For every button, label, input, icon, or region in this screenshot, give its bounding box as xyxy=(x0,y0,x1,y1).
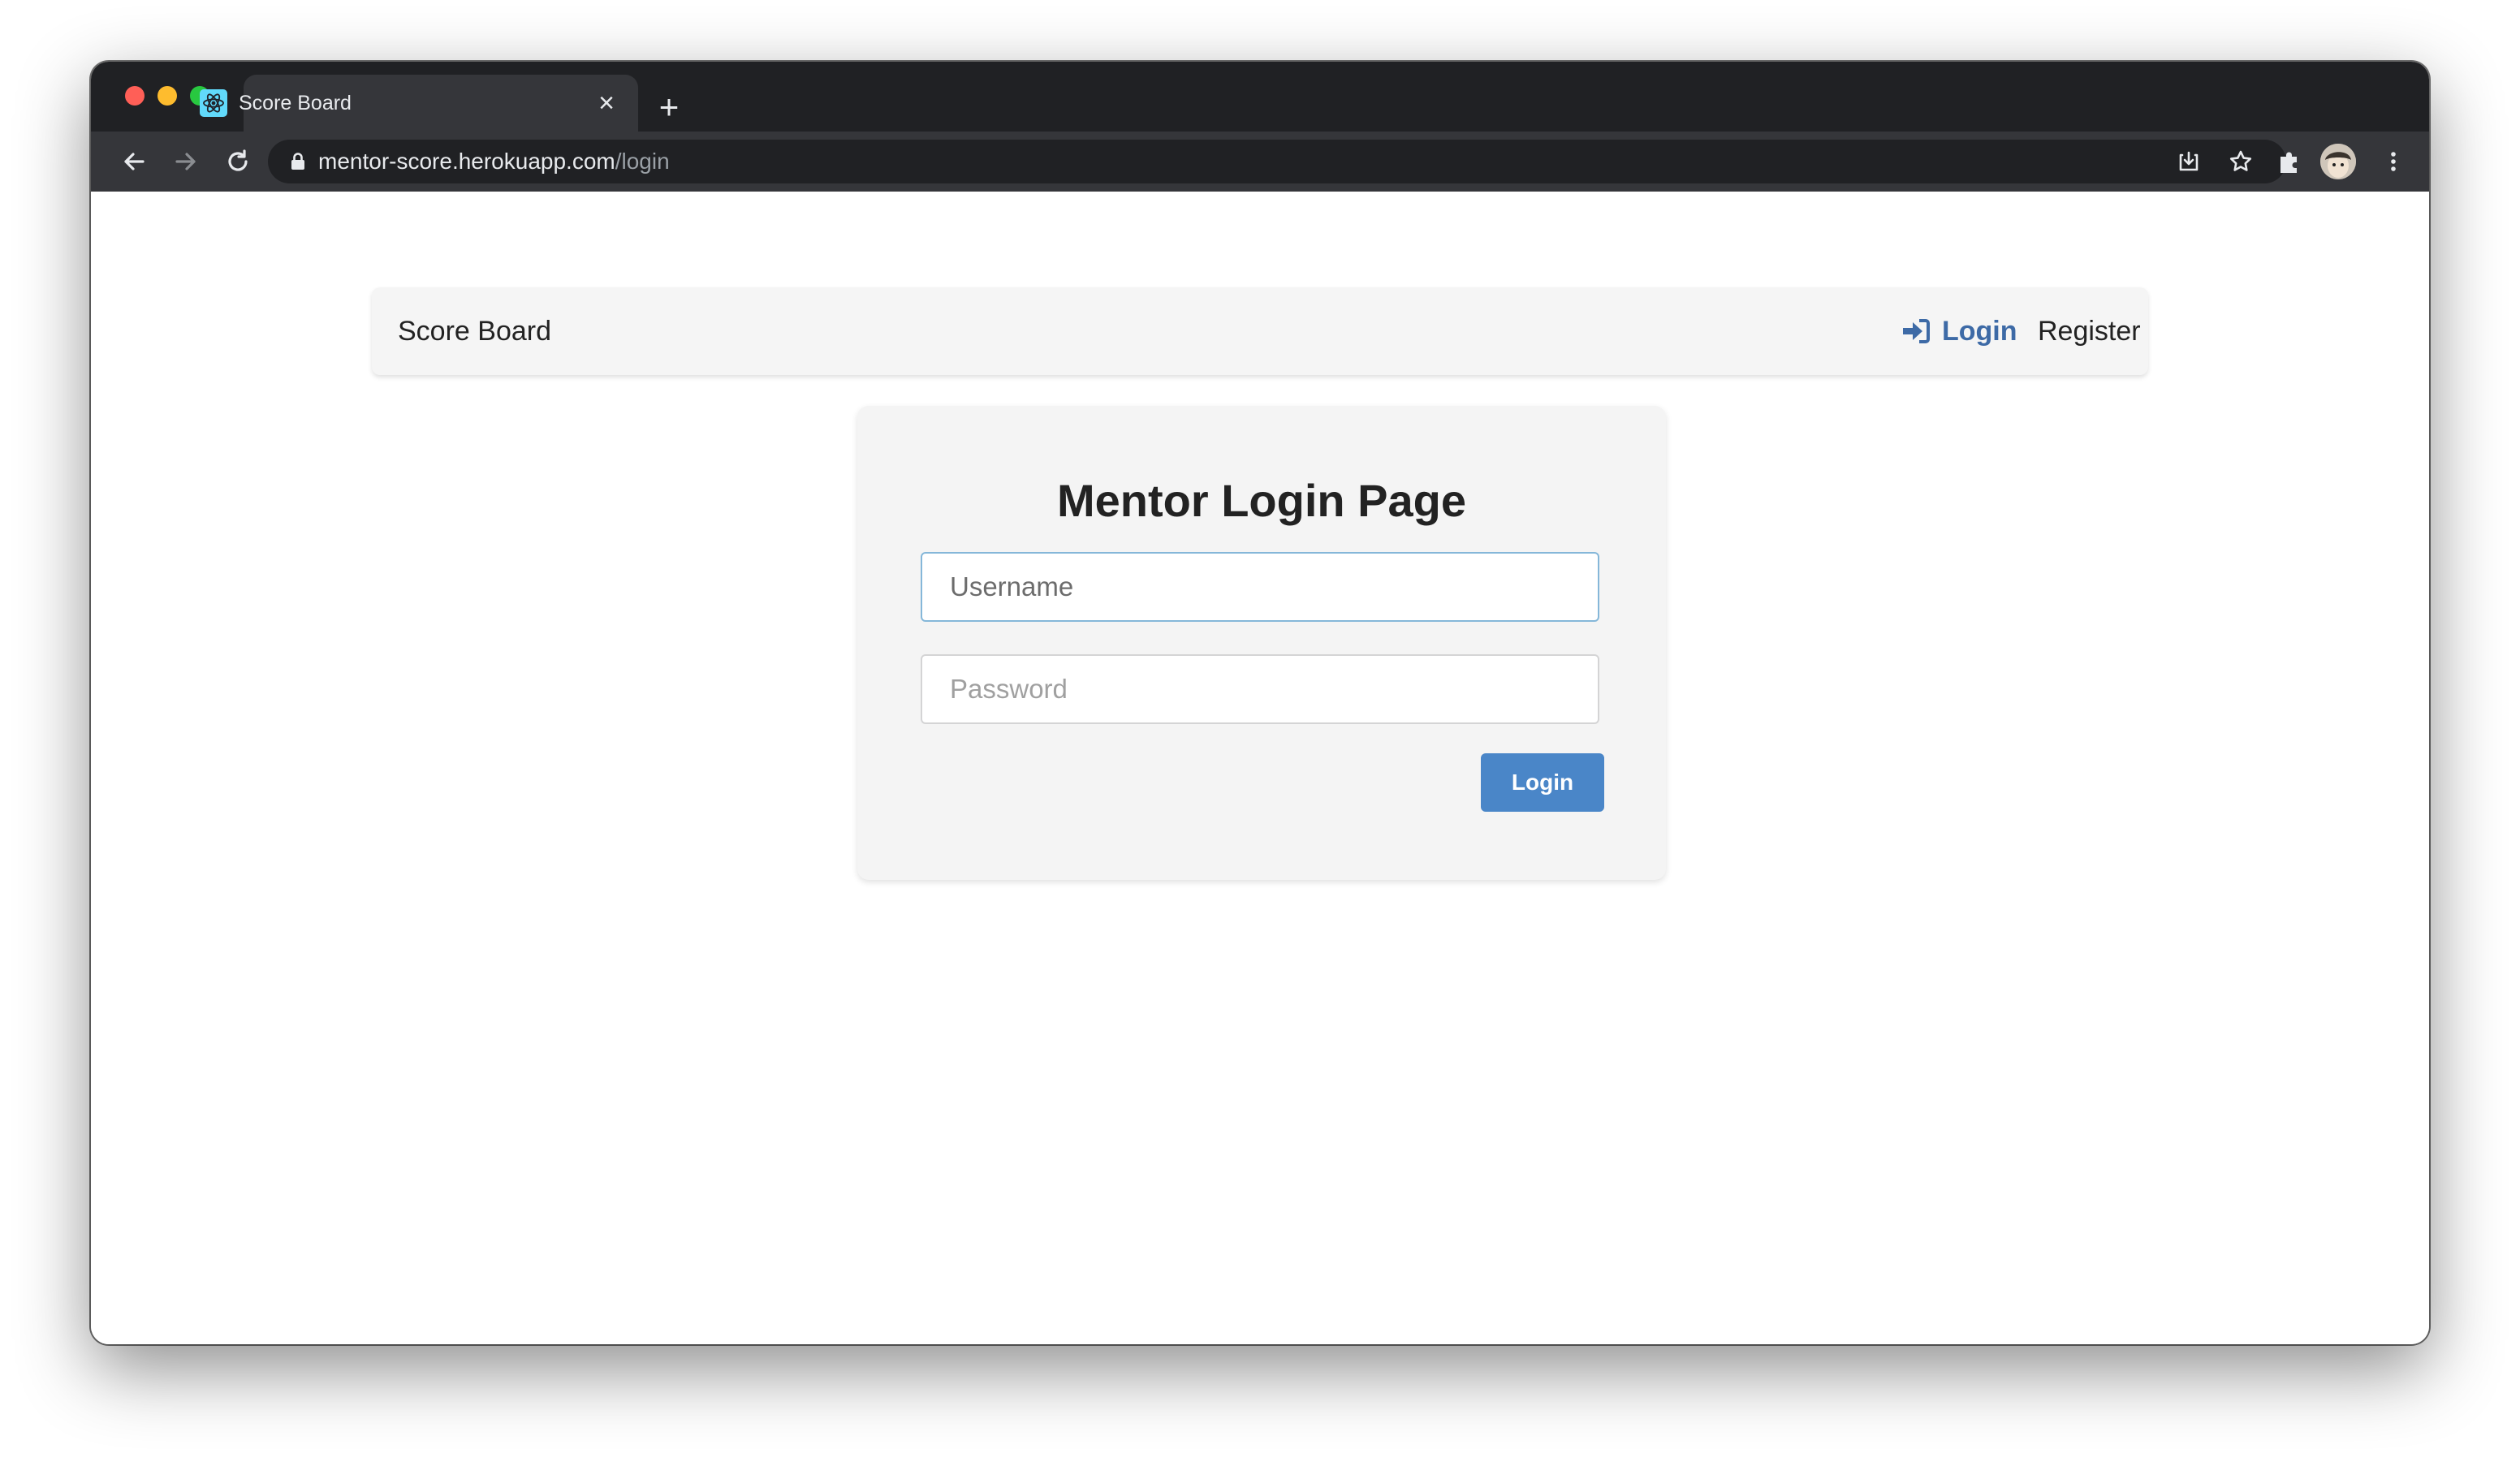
password-input[interactable] xyxy=(921,654,1599,724)
new-tab-button[interactable]: + xyxy=(653,90,685,124)
avatar[interactable] xyxy=(2320,144,2356,179)
back-icon[interactable] xyxy=(117,144,151,179)
star-icon[interactable] xyxy=(2224,145,2257,178)
nav-login-label: Login xyxy=(1942,316,2017,347)
browser-window: Score Board × + mentor-score.herokuapp.c… xyxy=(91,62,2429,1344)
lock-icon xyxy=(291,153,304,170)
avatar-picture xyxy=(2320,144,2356,179)
extensions-icon[interactable] xyxy=(2273,145,2306,178)
url-host: mentor-score.herokuapp.com xyxy=(318,149,615,174)
reload-icon[interactable] xyxy=(221,144,255,179)
tab-title: Score Board xyxy=(239,92,352,114)
minimize-window-button[interactable] xyxy=(158,86,177,106)
web-page: Score Board Login Register Mentor Login … xyxy=(91,192,2429,1344)
close-tab-icon[interactable]: × xyxy=(593,89,620,117)
url-path: /login xyxy=(615,149,670,174)
nav-login-link[interactable]: Login xyxy=(1901,287,2017,375)
tab-strip: Score Board × + xyxy=(91,62,2429,132)
nav-register-link[interactable]: Register xyxy=(2038,287,2141,375)
menu-icon[interactable] xyxy=(2377,145,2410,178)
react-favicon-icon xyxy=(200,89,227,117)
login-button[interactable]: Login xyxy=(1481,753,1604,812)
install-icon[interactable] xyxy=(2173,145,2205,178)
site-navbar: Score Board Login Register xyxy=(372,287,2148,375)
forward-icon[interactable] xyxy=(169,144,203,179)
browser-toolbar: mentor-score.herokuapp.com/login xyxy=(91,132,2429,192)
sign-in-icon xyxy=(1903,319,1930,343)
url-text: mentor-score.herokuapp.com/login xyxy=(318,140,670,183)
username-input[interactable] xyxy=(921,552,1599,622)
page-title: Mentor Login Page xyxy=(1057,475,1466,526)
close-window-button[interactable] xyxy=(125,86,145,106)
brand-link[interactable]: Score Board xyxy=(398,287,551,375)
login-card: Mentor Login Page Login xyxy=(857,406,1666,880)
address-bar[interactable]: mentor-score.herokuapp.com/login xyxy=(268,140,2286,183)
